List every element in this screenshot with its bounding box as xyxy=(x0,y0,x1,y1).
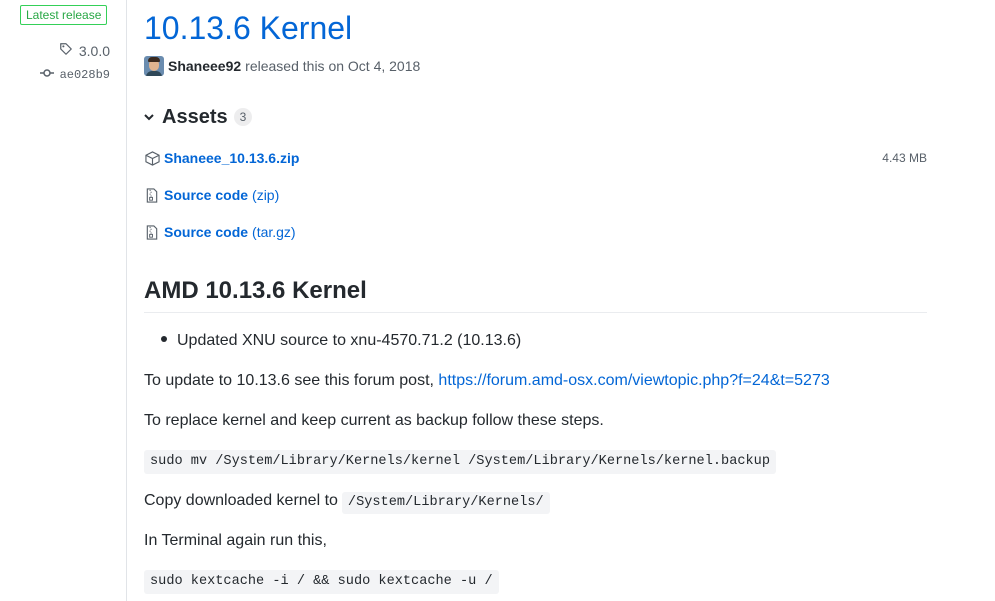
copy-paragraph: Copy downloaded kernel to/System/Library… xyxy=(144,489,550,514)
release-commit[interactable]: ae028b9 xyxy=(39,68,110,82)
tag-label[interactable]: 3.0.0 xyxy=(79,43,110,59)
git-commit-icon xyxy=(39,68,54,82)
bullet-icon xyxy=(161,335,167,342)
copy-text: Copy downloaded kernel to xyxy=(144,492,338,509)
assets-count: 3 xyxy=(233,108,253,126)
assets-title: Assets xyxy=(162,105,228,128)
release-tag[interactable]: 3.0.0 xyxy=(59,42,110,59)
terminal-paragraph: In Terminal again run this, xyxy=(144,532,327,549)
avatar[interactable] xyxy=(144,56,164,76)
file-zip-icon xyxy=(144,187,160,203)
code-backup-command: sudo mv /System/Library/Kernels/kernel /… xyxy=(144,450,776,474)
copy-path-code: /System/Library/Kernels/ xyxy=(341,492,550,514)
chevron-down-icon xyxy=(144,113,154,121)
bullet-text: Updated XNU source to xnu-4570.71.2 (10.… xyxy=(177,332,522,349)
asset-link[interactable]: Source code xyxy=(164,187,248,203)
package-icon xyxy=(144,150,160,166)
commit-sha[interactable]: ae028b9 xyxy=(60,68,110,82)
release-date-text: released this on Oct 4, 2018 xyxy=(245,58,421,74)
list-item: Updated XNU source to xnu-4570.71.2 (10.… xyxy=(161,329,521,353)
update-paragraph: To update to 10.13.6 see this forum post… xyxy=(144,369,830,393)
author-name[interactable]: Shaneee92 xyxy=(168,58,241,74)
asset-format[interactable]: (tar.gz) xyxy=(252,224,296,240)
file-zip-icon xyxy=(144,224,160,240)
asset-row[interactable]: Source code (tar.gz) xyxy=(144,222,927,242)
assets-toggle[interactable]: Assets 3 xyxy=(144,105,253,129)
release-sidebar: Latest release 3.0.0 ae028b9 xyxy=(0,0,127,601)
update-text: To update to 10.13.6 see this forum post… xyxy=(144,372,434,389)
asset-link[interactable]: Shaneee_10.13.6.zip xyxy=(164,150,299,166)
forum-link[interactable]: https://forum.amd-osx.com/viewtopic.php?… xyxy=(438,372,829,389)
release-author-row: Shaneee92 released this on Oct 4, 2018 xyxy=(144,55,420,77)
tag-icon xyxy=(59,42,73,59)
asset-format[interactable]: (zip) xyxy=(252,187,279,203)
heading-divider xyxy=(144,312,927,313)
asset-link[interactable]: Source code xyxy=(164,224,248,240)
asset-row[interactable]: Source code (zip) xyxy=(144,185,927,205)
release-title[interactable]: 10.13.6 Kernel xyxy=(144,10,352,46)
replace-paragraph: To replace kernel and keep current as ba… xyxy=(144,412,604,429)
latest-release-badge: Latest release xyxy=(20,5,108,25)
release-body-heading: AMD 10.13.6 Kernel xyxy=(144,277,367,304)
asset-row[interactable]: Shaneee_10.13.6.zip 4.43 MB xyxy=(144,148,927,168)
asset-size: 4.43 MB xyxy=(882,151,927,165)
code-kextcache-command: sudo kextcache -i / && sudo kextcache -u… xyxy=(144,570,499,594)
